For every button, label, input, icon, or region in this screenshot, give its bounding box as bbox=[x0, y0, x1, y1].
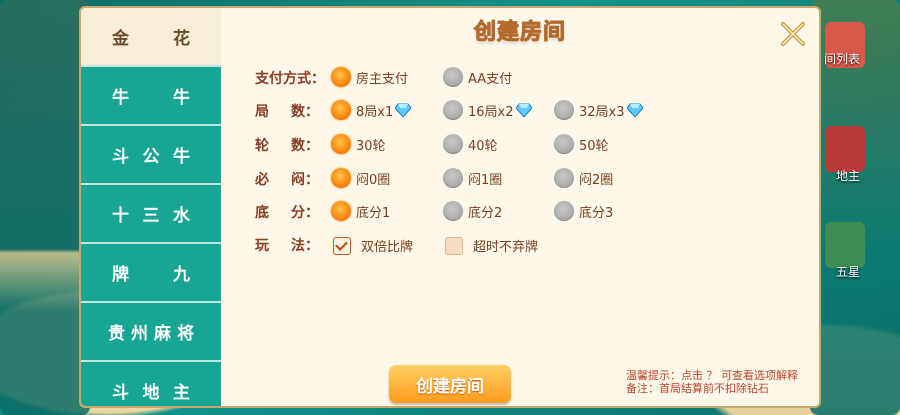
doudizhu-game-icon[interactable] bbox=[825, 126, 865, 172]
create-room-button[interactable]: 创建房间 bbox=[389, 365, 511, 403]
turns-option-40[interactable]: 40轮 bbox=[443, 134, 498, 154]
tips-text: 温馨提示：点击 ？ 可查看选项解释 备注：首局结算前不扣除钻石 bbox=[626, 369, 798, 395]
menu-item-dougongniu[interactable]: 斗公牛 bbox=[81, 126, 221, 185]
dialog-title: 创建房间 bbox=[473, 20, 566, 46]
menu-item-doudizhu[interactable]: 斗地主 bbox=[81, 362, 221, 406]
blind-option-2[interactable]: 闷2圈 bbox=[554, 168, 613, 188]
base-score-option-3[interactable]: 底分3 bbox=[554, 201, 613, 221]
rounds-row: 局数： bbox=[255, 100, 319, 122]
tip-line-hint: 温馨提示：点击 ？ 可查看选项解释 bbox=[626, 369, 798, 382]
diamond-icon bbox=[395, 103, 412, 117]
radio-icon bbox=[443, 168, 463, 188]
menu-item-shisanshui[interactable]: 十三水 bbox=[81, 185, 221, 244]
double-compare-checkbox[interactable]: 双倍比牌 bbox=[333, 236, 413, 255]
menu-item-guizhou-mahjong[interactable]: 贵州麻将 bbox=[81, 303, 221, 362]
rules-label: 玩法： bbox=[255, 238, 319, 254]
radio-icon bbox=[554, 134, 574, 154]
radio-icon bbox=[331, 168, 351, 188]
rules-row: 玩法： bbox=[255, 234, 319, 256]
payment-row: 支付方式： bbox=[255, 67, 325, 89]
close-icon[interactable] bbox=[779, 20, 807, 48]
doudizhu-label: 地主 bbox=[835, 169, 860, 183]
base-score-option-1[interactable]: 底分1 bbox=[331, 201, 390, 221]
turns-row: 轮数： bbox=[255, 134, 319, 156]
blind-option-0[interactable]: 闷0圈 bbox=[331, 168, 390, 188]
radio-icon bbox=[554, 201, 574, 221]
diamond-icon bbox=[626, 103, 643, 117]
radio-icon bbox=[443, 134, 463, 154]
radio-icon bbox=[443, 67, 463, 87]
radio-icon bbox=[554, 168, 574, 188]
options-area: 创建房间 支付方式： 房主支付 AA支付 局数： 8局x1 16局x2 32局x… bbox=[221, 8, 819, 406]
menu-item-paijiu[interactable]: 牌九 bbox=[81, 244, 221, 303]
payment-option-aa[interactable]: AA支付 bbox=[443, 67, 512, 87]
base-score-option-2[interactable]: 底分2 bbox=[443, 201, 502, 221]
radio-icon bbox=[443, 201, 463, 221]
background-scenery-left bbox=[0, 0, 90, 415]
blind-option-1[interactable]: 闷1圈 bbox=[443, 168, 502, 188]
base-score-label: 底分： bbox=[255, 205, 319, 221]
wuxing-game-icon[interactable] bbox=[825, 222, 865, 268]
turns-option-30[interactable]: 30轮 bbox=[331, 134, 386, 154]
room-list-label: 间列表 bbox=[823, 52, 860, 66]
create-room-dialog: 金花 牛牛 斗公牛 十三水 牌九 贵州麻将 斗地主 创建房间 支付方式： 房主支… bbox=[79, 6, 821, 408]
menu-item-jinhua[interactable]: 金花 bbox=[81, 8, 221, 67]
radio-icon bbox=[554, 100, 574, 120]
tip-line-note: 备注：首局结算前不扣除钻石 bbox=[626, 382, 769, 395]
menu-item-niuniu[interactable]: 牛牛 bbox=[81, 67, 221, 126]
no-fold-timeout-checkbox[interactable]: 超时不弃牌 bbox=[445, 236, 538, 255]
game-type-menu: 金花 牛牛 斗公牛 十三水 牌九 贵州麻将 斗地主 bbox=[81, 8, 221, 406]
blind-row: 必闷： bbox=[255, 168, 319, 190]
radio-icon bbox=[443, 100, 463, 120]
radio-icon bbox=[331, 201, 351, 221]
rounds-label: 局数： bbox=[255, 104, 319, 120]
rounds-option-32[interactable]: 32局x3 bbox=[554, 100, 643, 120]
turns-option-50[interactable]: 50轮 bbox=[554, 134, 609, 154]
rounds-option-16[interactable]: 16局x2 bbox=[443, 100, 532, 120]
rounds-option-8[interactable]: 8局x1 bbox=[331, 100, 412, 120]
checkbox-icon bbox=[445, 236, 463, 255]
base-score-row: 底分： bbox=[255, 201, 319, 223]
radio-icon bbox=[331, 67, 351, 87]
blind-label: 必闷： bbox=[255, 172, 319, 188]
payment-label: 支付方式： bbox=[255, 71, 325, 87]
payment-option-host[interactable]: 房主支付 bbox=[331, 67, 408, 87]
radio-icon bbox=[331, 100, 351, 120]
radio-icon bbox=[331, 134, 351, 154]
checkmark-icon bbox=[333, 236, 351, 255]
wuxing-label: 五星 bbox=[835, 265, 860, 279]
diamond-icon bbox=[515, 103, 532, 117]
turns-label: 轮数： bbox=[255, 138, 319, 154]
